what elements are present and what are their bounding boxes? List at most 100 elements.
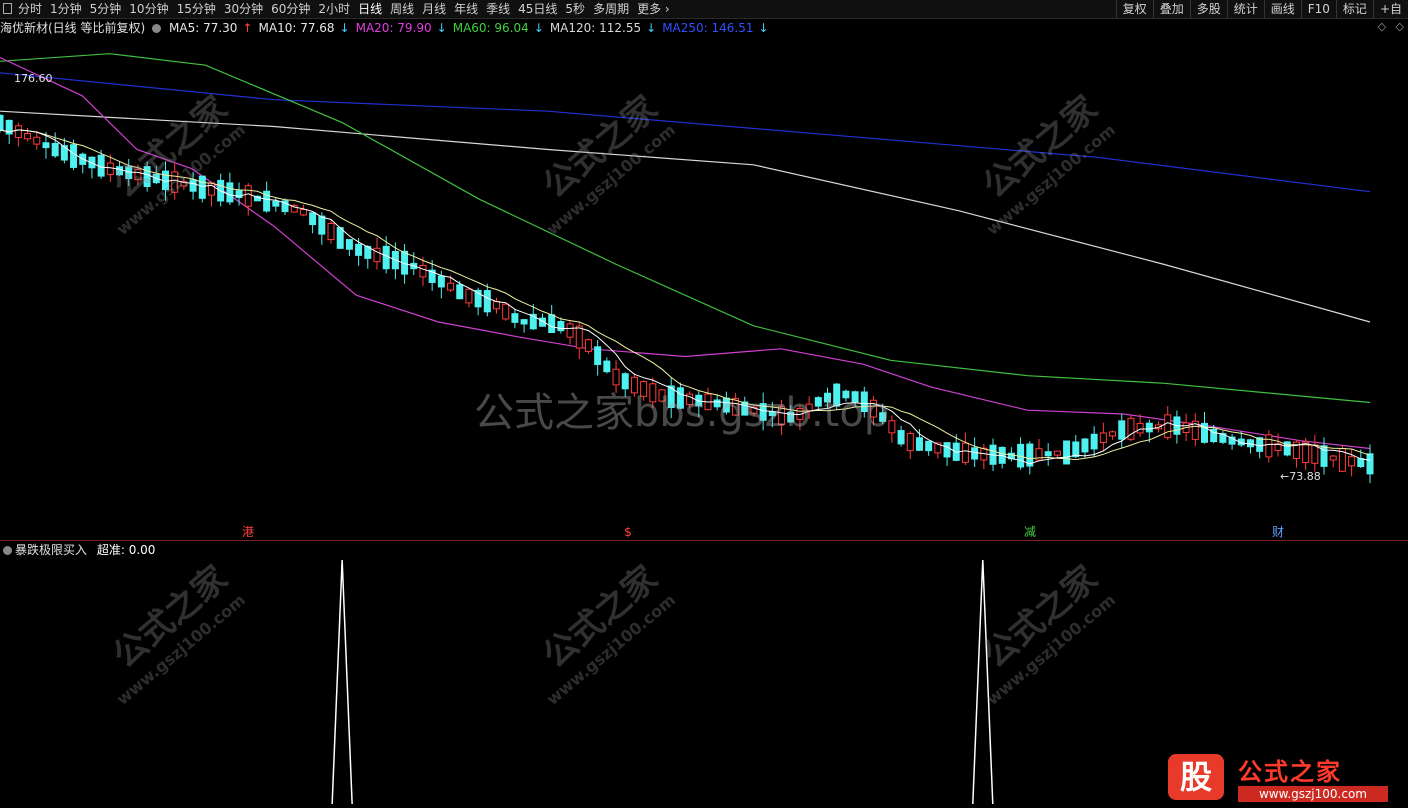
indicator-settings-icon[interactable] <box>3 546 12 555</box>
down-arrow-icon: ↓ <box>339 21 350 35</box>
candle <box>345 239 353 250</box>
event-marker: 财 <box>1272 525 1284 539</box>
period-tab[interactable]: 周线 <box>386 0 418 18</box>
signal-spike <box>331 559 353 805</box>
candle <box>1044 451 1052 457</box>
candle <box>419 265 427 278</box>
candle <box>1136 422 1144 434</box>
candle <box>584 339 592 352</box>
up-arrow-icon: ↑ <box>242 21 253 35</box>
period-tab[interactable]: 日线 <box>354 0 386 18</box>
period-tab[interactable]: 分时 <box>14 0 46 18</box>
down-arrow-icon: ↓ <box>533 21 544 35</box>
period-tab[interactable]: 30分钟 <box>220 0 267 18</box>
candle <box>70 144 78 168</box>
period-tab[interactable]: 5秒 <box>561 0 589 18</box>
stock-title: 海优新材(日线 等比前复权) <box>0 21 146 35</box>
period-tab[interactable]: 月线 <box>418 0 450 18</box>
candle <box>493 301 501 310</box>
candle <box>897 430 905 445</box>
logo-title: 公式之家 <box>1238 758 1342 786</box>
period-tab[interactable]: 更多 › <box>633 0 674 18</box>
candle <box>888 420 896 434</box>
indicator-name: 暴跌极限买入 <box>15 543 88 557</box>
ma-value: MA250: 146.51 <box>662 21 754 35</box>
toolbar-button[interactable]: F10 <box>1300 0 1336 18</box>
toolbar-button[interactable]: 画线 <box>1263 0 1301 18</box>
candle <box>502 303 510 320</box>
event-marker: 港 <box>242 525 254 539</box>
diamond-icon[interactable]: ◇ <box>1378 20 1386 33</box>
candle <box>0 114 4 131</box>
candle <box>327 223 335 241</box>
candle <box>33 136 41 145</box>
period-tab[interactable]: 15分钟 <box>173 0 220 18</box>
candle <box>272 200 280 207</box>
center-watermark: 公式之家bbs.gszb.top <box>474 390 890 436</box>
period-tab[interactable]: 2小时 <box>314 0 354 18</box>
period-tab[interactable]: 10分钟 <box>125 0 172 18</box>
candle <box>1081 438 1089 453</box>
toolbar-button[interactable]: +自 <box>1372 0 1408 18</box>
candle <box>961 442 969 463</box>
site-logo: 股 公式之家 www.gszj100.com <box>1166 748 1406 806</box>
candle <box>437 275 445 288</box>
event-marker: $ <box>624 525 632 539</box>
candle <box>971 447 979 460</box>
candle <box>603 360 611 373</box>
candle <box>336 227 344 249</box>
period-tab[interactable]: 60分钟 <box>267 0 314 18</box>
candle <box>1357 458 1365 467</box>
period-tabs: 分时 1分钟 5分钟 10分钟 15分钟 30分钟 60分钟 2小时 日线 周线 月线 年线 季线 45日… <box>0 0 674 18</box>
candle <box>575 325 583 349</box>
candle <box>566 323 574 338</box>
indicator-value: 超准: 0.00 <box>96 543 156 557</box>
toolbar-button[interactable]: 叠加 <box>1152 0 1190 18</box>
toolbar-button[interactable]: 复权 <box>1115 0 1153 18</box>
candle <box>557 321 565 332</box>
candle <box>1366 453 1374 475</box>
high-price-label: 176.60 <box>14 72 53 85</box>
candle <box>511 313 519 323</box>
period-tab[interactable]: 5分钟 <box>86 0 126 18</box>
menu-box-icon[interactable] <box>3 3 12 14</box>
candle <box>207 182 215 196</box>
candle <box>24 133 32 140</box>
period-tab[interactable]: 多周期 <box>589 0 633 18</box>
candle <box>548 314 556 334</box>
candle <box>594 346 602 365</box>
candle <box>1164 414 1172 439</box>
candle <box>1072 441 1080 458</box>
down-arrow-icon: ↓ <box>758 21 769 35</box>
candle <box>1099 432 1107 444</box>
candle <box>42 142 50 149</box>
period-tab[interactable]: 季线 <box>482 0 514 18</box>
period-tab[interactable]: 45日线 <box>514 0 561 18</box>
toolbar-right-buttons: 复权 叠加 多股 统计 画线 F10 标记 +自 <box>1115 0 1408 18</box>
legend-right-icons: ◇ ◇ <box>1372 20 1404 33</box>
diamond-icon[interactable]: ◇ <box>1396 20 1404 33</box>
candle <box>1118 420 1126 440</box>
period-tab[interactable]: 年线 <box>450 0 482 18</box>
toolbar-button[interactable]: 统计 <box>1226 0 1264 18</box>
toolbar-button[interactable]: 多股 <box>1189 0 1227 18</box>
candle <box>1053 450 1061 456</box>
candle <box>915 437 923 451</box>
candle <box>226 182 234 203</box>
candle <box>51 142 59 157</box>
ma-value: MA60: 96.04 <box>452 21 529 35</box>
period-tab[interactable]: 1分钟 <box>46 0 86 18</box>
candle <box>318 215 326 235</box>
down-arrow-icon: ↓ <box>436 21 447 35</box>
ma-legend: 海优新材(日线 等比前复权) MA5: 77.30 ↑ MA10: 77.68 ↓ MA… <box>0 20 1408 36</box>
settings-circle-icon[interactable] <box>152 24 162 33</box>
candle <box>1265 434 1273 458</box>
event-marker: 减 <box>1024 525 1036 539</box>
candle <box>309 212 317 226</box>
toolbar-button[interactable]: 标记 <box>1335 0 1373 18</box>
candle <box>299 209 307 216</box>
candle <box>925 440 933 452</box>
candle <box>355 243 363 256</box>
pane-divider[interactable] <box>0 540 1408 541</box>
candle <box>483 290 491 313</box>
